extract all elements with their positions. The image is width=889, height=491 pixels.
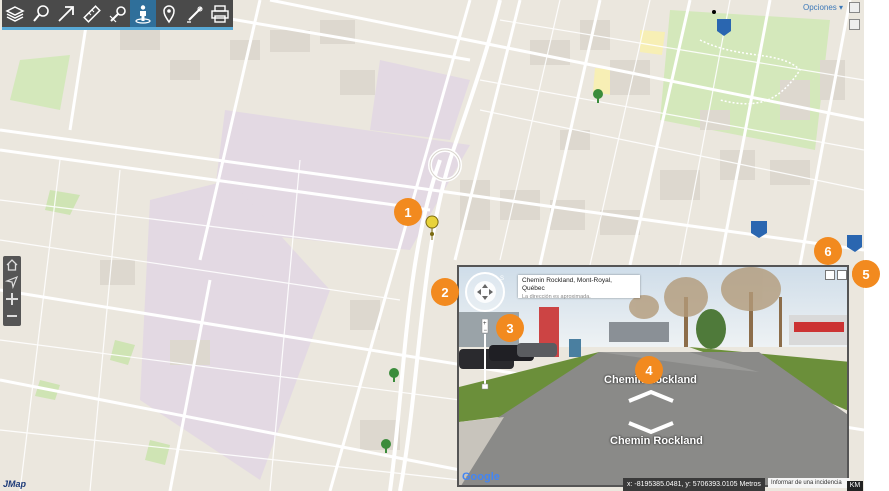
report-incident-link[interactable]: Informar de una incidencia xyxy=(768,478,850,488)
arrow-upright-icon[interactable] xyxy=(53,0,79,27)
street-view-icon[interactable] xyxy=(130,0,157,27)
zoom-out-icon[interactable] xyxy=(3,307,21,324)
street-view-compass[interactable]: S xyxy=(464,271,506,313)
select-icon[interactable] xyxy=(105,0,131,27)
right-margin xyxy=(864,0,889,491)
street-view-close-icon[interactable] xyxy=(837,270,847,280)
layers-icon[interactable] xyxy=(2,0,28,27)
callout-5-overlay: 5 xyxy=(852,260,880,288)
google-logo: Google xyxy=(462,471,500,483)
print-icon[interactable] xyxy=(208,0,234,27)
street-view-forward-arrow[interactable] xyxy=(627,389,675,403)
callout-6: 6 xyxy=(814,237,842,265)
street-view-address-box: Chemin Rockland, Mont-Royal, Québec La d… xyxy=(518,275,640,300)
home-icon[interactable] xyxy=(3,256,21,273)
scale-unit: KM xyxy=(847,481,863,491)
jmap-logo: JMap xyxy=(3,479,27,489)
navigation-panel xyxy=(3,256,21,326)
svg-text:S: S xyxy=(500,276,504,282)
options-menu[interactable]: Opciones ▾ xyxy=(803,3,843,12)
zoom-in-icon[interactable] xyxy=(3,290,21,307)
map-canvas[interactable]: Opciones ▾ S + − Chemin Rockland, Mont-R… xyxy=(0,0,864,491)
svg-text:−: − xyxy=(484,328,488,334)
search-icon[interactable] xyxy=(28,0,54,27)
map-toolbar xyxy=(2,0,234,30)
street-view-approx-note: La dirección es aproximada. xyxy=(522,294,591,300)
google-logo-text: Google xyxy=(462,471,500,483)
svg-text:+: + xyxy=(483,321,487,327)
street-view-back-arrow[interactable] xyxy=(627,421,675,435)
overview-icon[interactable] xyxy=(849,19,860,30)
pin-icon[interactable] xyxy=(156,0,182,27)
street-view-zoom[interactable]: + − xyxy=(481,319,489,391)
road-label-near: Chemin Rockland xyxy=(610,435,703,447)
expand-icon[interactable] xyxy=(849,2,860,13)
street-view-address: Chemin Rockland, Mont-Royal, Québec xyxy=(522,277,612,292)
callout-2: 2 xyxy=(431,278,459,306)
callout-3: 3 xyxy=(496,314,524,342)
street-view-expand-icon[interactable] xyxy=(825,270,835,280)
callout-4: 4 xyxy=(635,356,663,384)
coordinates-readout: x: -8195385.0481, y: 5706393.0105 Metros xyxy=(623,478,765,491)
measure-icon[interactable] xyxy=(79,0,105,27)
callout-1: 1 xyxy=(394,198,422,226)
draw-icon[interactable] xyxy=(182,0,208,27)
locate-icon[interactable] xyxy=(3,273,21,290)
